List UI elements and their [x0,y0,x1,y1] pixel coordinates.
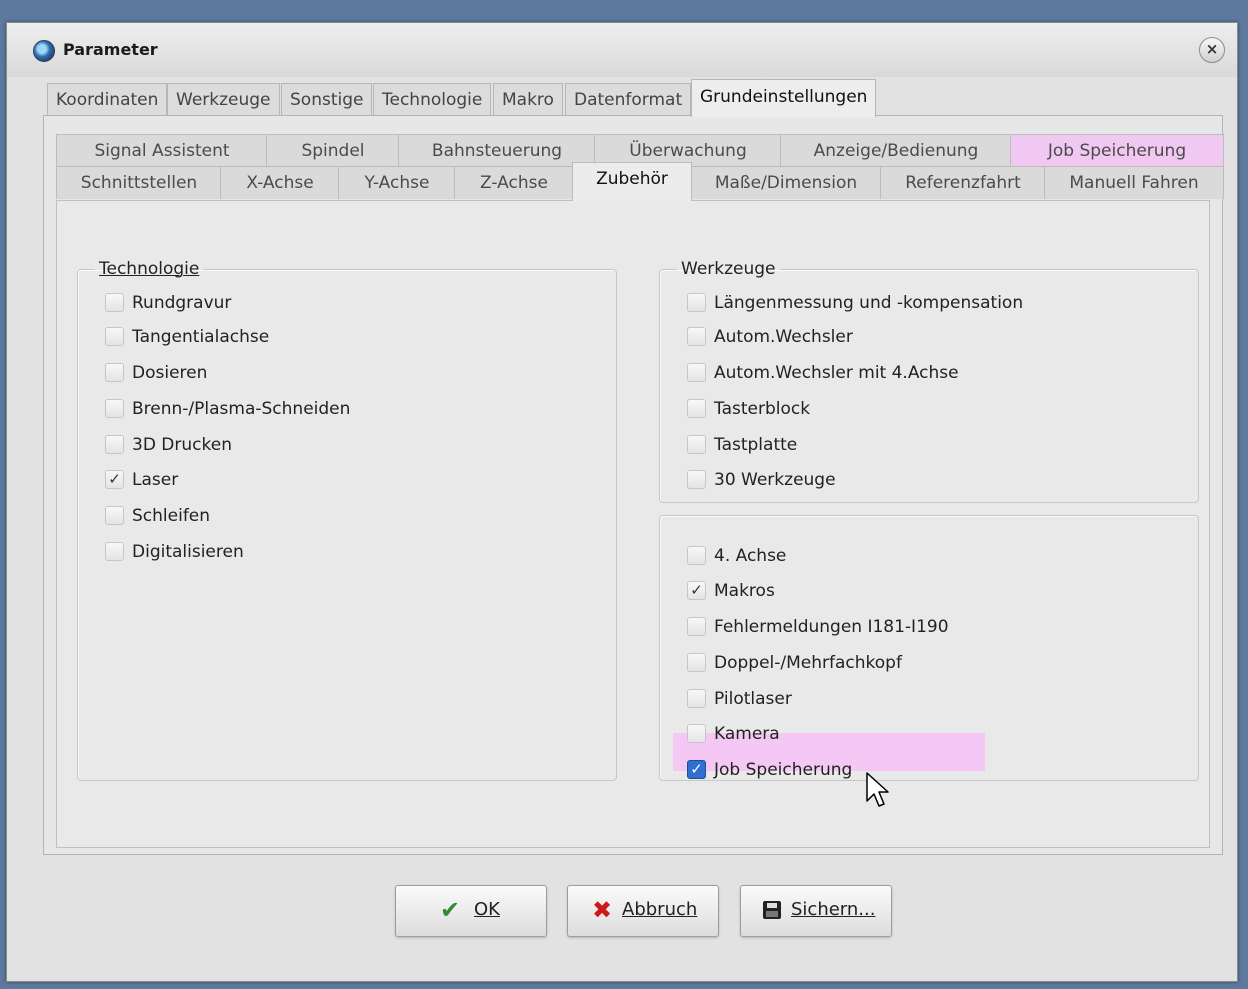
checkbox-label: 4. Achse [714,546,787,566]
zubehoer-panel: Technologie Rundgravur Tangentialachse D… [56,200,1210,848]
checkbox-label: Tangentialachse [132,327,270,347]
checkbox-box[interactable] [687,363,706,382]
sichern-label: Sichern... [791,899,876,920]
check-icon[interactable]: ✓ [687,581,706,600]
checkbox-label: Längenmessung und -kompensation [714,293,1024,313]
tab-datenformat[interactable]: Datenformat [565,83,692,116]
save-icon [763,901,781,919]
tab-koordinaten[interactable]: Koordinaten [47,83,168,116]
checkbox-box[interactable] [687,470,706,489]
sichern-button[interactable]: Sichern... [740,885,892,937]
checkbox-label: Doppel-/Mehrfachkopf [714,653,902,673]
checkbox-box[interactable] [105,327,124,346]
werkzeuge-legend: Werkzeuge [681,259,776,279]
tab-sonstige[interactable]: Sonstige [281,83,373,116]
tab-werkzeuge[interactable]: Werkzeuge [167,83,280,116]
checkbox-box[interactable] [687,435,706,454]
tab-masse-dimension[interactable]: Maße/Dimension [690,166,882,199]
tab-manuell-fahren[interactable]: Manuell Fahren [1044,166,1224,199]
checkbox-box[interactable] [105,435,124,454]
checkbox-label: Job Speicherung [714,760,853,780]
checkbox-label: Rundgravur [132,293,232,313]
abbruch-label: Abbruch [622,899,698,920]
tab-anzeige-bedienung[interactable]: Anzeige/Bedienung [780,134,1012,167]
tab-zubehoer[interactable]: Zubehör [572,162,692,201]
tab-job-speicherung[interactable]: Job Speicherung [1010,134,1224,167]
checkbox-box[interactable] [687,399,706,418]
checkbox-box[interactable] [105,542,124,561]
checkbox-box[interactable] [105,506,124,525]
checkbox-label: Dosieren [132,363,208,383]
tab-y-achse[interactable]: Y-Achse [338,166,456,199]
app-icon [33,40,55,62]
check-icon[interactable]: ✓ [687,760,706,779]
abbruch-button[interactable]: ✖ Abbruch [567,885,719,937]
tab-signal-assistent[interactable]: Signal Assistent [56,134,268,167]
checkbox-label: 3D Drucken [132,435,232,455]
tab-referenzfahrt[interactable]: Referenzfahrt [880,166,1046,199]
checkbox-label: Laser [132,470,179,490]
check-icon[interactable]: ✓ [105,470,124,489]
close-button[interactable]: × [1199,37,1225,63]
checkbox-label: Makros [714,581,775,601]
tab-bahnsteuerung[interactable]: Bahnsteuerung [398,134,596,167]
tab-grundeinstellungen[interactable]: Grundeinstellungen [691,79,877,117]
checkbox-box[interactable] [687,546,706,565]
checkbox-label: Pilotlaser [714,689,792,709]
checkbox-box[interactable] [105,399,124,418]
checkbox-label: Autom.Wechsler mit 4.Achse [714,363,959,383]
technologie-legend: Technologie [99,259,200,279]
checkbox-box[interactable] [105,293,124,312]
checkbox-box[interactable] [687,327,706,346]
checkmark-icon: ✔ [440,896,461,924]
tab-technologie[interactable]: Technologie [373,83,492,116]
tab-spindel[interactable]: Spindel [266,134,400,167]
checkbox-box[interactable] [105,363,124,382]
checkbox-label: Autom.Wechsler [714,327,853,347]
checkbox-box[interactable] [687,617,706,636]
ok-button[interactable]: ✔ OK [395,885,547,937]
window-title: Parameter [63,40,158,59]
tab-x-achse[interactable]: X-Achse [220,166,340,199]
checkbox-box[interactable] [687,724,706,743]
tab-z-achse[interactable]: Z-Achse [454,166,574,199]
checkbox-label: Kamera [714,724,780,744]
title-bar: Parameter × [7,23,1237,77]
checkbox-label: Tastplatte [714,435,798,455]
checkbox-label: Schleifen [132,506,211,526]
checkbox-box[interactable] [687,293,706,312]
parameter-dialog: Parameter × Koordinaten Werkzeuge Sonsti… [6,22,1238,982]
checkbox-label: Tasterblock [714,399,811,419]
tab-makro[interactable]: Makro [493,83,563,116]
tab-schnittstellen[interactable]: Schnittstellen [56,166,222,199]
checkbox-box[interactable] [687,689,706,708]
checkbox-box[interactable] [687,653,706,672]
cross-icon: ✖ [592,896,613,924]
mouse-cursor-icon [866,772,889,807]
checkbox-label: Fehlermeldungen I181-I190 [714,617,949,637]
ok-label: OK [474,899,500,920]
checkbox-label: 30 Werkzeuge [714,470,836,490]
checkbox-label: Digitalisieren [132,542,244,562]
checkbox-label: Brenn-/Plasma-Schneiden [132,399,351,419]
grundeinstellungen-panel: Signal Assistent Spindel Bahnsteuerung Ü… [43,115,1224,855]
